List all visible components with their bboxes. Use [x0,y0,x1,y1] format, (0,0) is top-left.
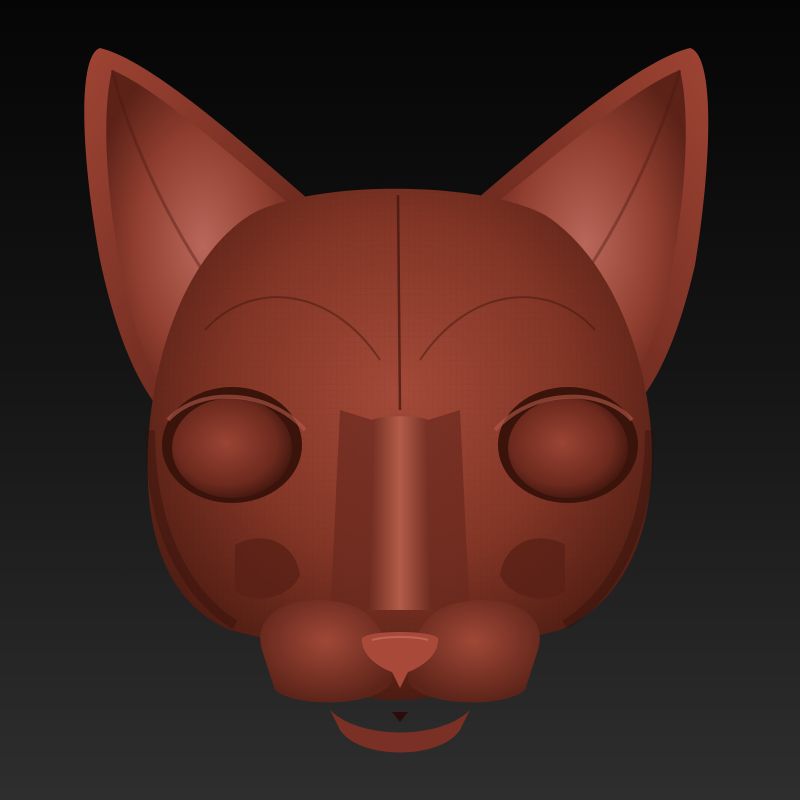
nose-bridge [330,410,470,620]
viewport [0,0,800,800]
cat-head-sculpt [84,48,709,753]
